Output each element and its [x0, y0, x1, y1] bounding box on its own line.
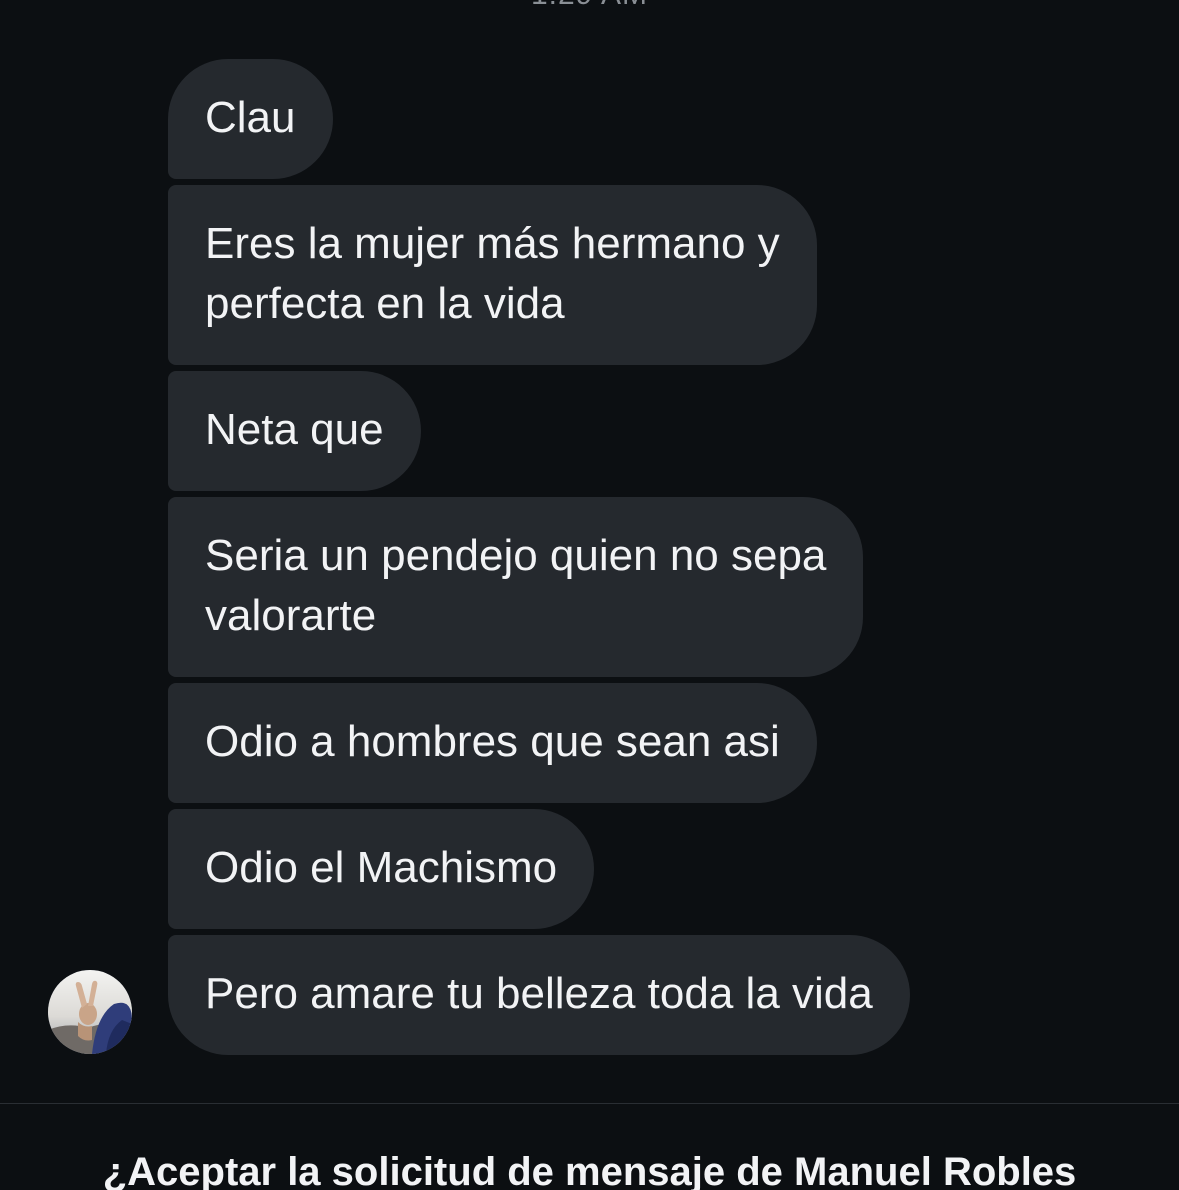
divider	[0, 1103, 1179, 1104]
message-bubble[interactable]: Clau	[168, 59, 333, 179]
message-bubble[interactable]: Neta que	[168, 371, 421, 491]
message-bubble[interactable]: Odio a hombres que sean asi	[168, 683, 817, 803]
message-request-prompt: ¿Aceptar la solicitud de mensaje de Manu…	[102, 1150, 1077, 1190]
user-avatar-photo-icon	[48, 970, 132, 1054]
sender-avatar[interactable]	[48, 970, 132, 1054]
message-bubble[interactable]: Pero amare tu belleza toda la vida	[168, 935, 910, 1055]
message-timestamp: 1:29 AM	[0, 0, 1179, 12]
message-bubble[interactable]: Eres la mujer más hermano y perfecta en …	[168, 185, 817, 365]
dm-conversation-screen: 1:29 AM Clau Eres la mujer más hermano y…	[0, 0, 1179, 1190]
message-bubble[interactable]: Odio el Machismo	[168, 809, 595, 929]
message-bubble[interactable]: Seria un pendejo quien no sepa valorarte	[168, 497, 864, 677]
